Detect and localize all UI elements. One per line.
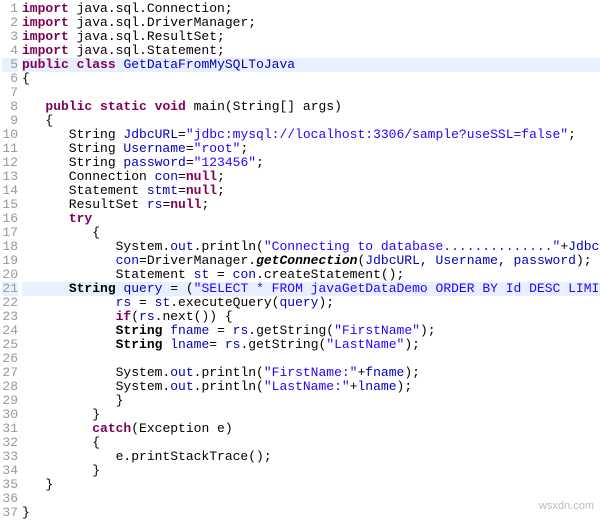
line-number: 36 bbox=[2, 492, 18, 506]
line-number: 37 bbox=[2, 506, 18, 520]
code-line[interactable]: public static void main(String[] args) bbox=[22, 100, 600, 114]
code-line[interactable] bbox=[22, 86, 600, 100]
code-line[interactable]: rs = st.executeQuery(query); bbox=[22, 296, 600, 310]
code-line[interactable]: ResultSet rs=null; bbox=[22, 198, 600, 212]
code-line[interactable]: { bbox=[22, 226, 600, 240]
code-line[interactable]: } bbox=[22, 408, 600, 422]
line-number-gutter: 1234567891011121314151617181920212223242… bbox=[0, 0, 22, 516]
code-line[interactable]: } bbox=[22, 464, 600, 478]
code-line[interactable]: { bbox=[22, 436, 600, 450]
code-line[interactable]: { bbox=[22, 114, 600, 128]
code-area[interactable]: import java.sql.Connection;import java.s… bbox=[22, 0, 600, 516]
code-line[interactable]: } bbox=[22, 394, 600, 408]
line-number: 4 bbox=[2, 44, 18, 58]
line-number: 33 bbox=[2, 450, 18, 464]
code-line[interactable]: System.out.println("FirstName:"+fname); bbox=[22, 366, 600, 380]
code-line[interactable]: import java.sql.ResultSet; bbox=[22, 30, 600, 44]
code-line[interactable]: String password="123456"; bbox=[22, 156, 600, 170]
code-line[interactable]: if(rs.next()) { bbox=[22, 310, 600, 324]
code-line[interactable]: String lname= rs.getString("LastName"); bbox=[22, 338, 600, 352]
code-line[interactable]: import java.sql.Statement; bbox=[22, 44, 600, 58]
code-line[interactable]: System.out.println("LastName:"+lname); bbox=[22, 380, 600, 394]
code-line[interactable]: con=DriverManager.getConnection(JdbcURL,… bbox=[22, 254, 600, 268]
code-line[interactable]: String query = ("SELECT * FROM javaGetDa… bbox=[22, 282, 600, 296]
code-line[interactable]: Connection con=null; bbox=[22, 170, 600, 184]
line-number: 9 bbox=[2, 114, 18, 128]
line-number: 11 bbox=[2, 142, 18, 156]
line-number: 2 bbox=[2, 16, 18, 30]
line-number: 25 bbox=[2, 338, 18, 352]
code-line[interactable]: catch(Exception e) bbox=[22, 422, 600, 436]
line-number: 29 bbox=[2, 394, 18, 408]
line-number: 14 bbox=[2, 184, 18, 198]
line-number: 15 bbox=[2, 198, 18, 212]
line-number: 3 bbox=[2, 30, 18, 44]
code-line[interactable]: String Username="root"; bbox=[22, 142, 600, 156]
code-line[interactable]: try bbox=[22, 212, 600, 226]
code-line[interactable]: Statement st = con.createStatement(); bbox=[22, 268, 600, 282]
code-line[interactable]: Statement stmt=null; bbox=[22, 184, 600, 198]
line-number: 7 bbox=[2, 86, 18, 100]
line-number: 21 bbox=[2, 282, 18, 296]
line-number: 30 bbox=[2, 408, 18, 422]
code-line[interactable]: public class GetDataFromMySQLToJava bbox=[22, 58, 600, 72]
line-number: 32 bbox=[2, 436, 18, 450]
code-line[interactable]: } bbox=[22, 478, 600, 492]
line-number: 1 bbox=[2, 2, 18, 16]
line-number: 16 bbox=[2, 212, 18, 226]
line-number: 5 bbox=[2, 58, 18, 72]
code-line[interactable] bbox=[22, 492, 600, 506]
line-number: 17 bbox=[2, 226, 18, 240]
line-number: 6 bbox=[2, 72, 18, 86]
code-line[interactable]: String fname = rs.getString("FirstName")… bbox=[22, 324, 600, 338]
line-number: 23 bbox=[2, 310, 18, 324]
line-number: 20 bbox=[2, 268, 18, 282]
code-line[interactable]: System.out.println("Connecting to databa… bbox=[22, 240, 600, 254]
line-number: 19 bbox=[2, 254, 18, 268]
line-number: 34 bbox=[2, 464, 18, 478]
line-number: 22 bbox=[2, 296, 18, 310]
code-line[interactable]: { bbox=[22, 72, 600, 86]
line-number: 24 bbox=[2, 324, 18, 338]
line-number: 27 bbox=[2, 366, 18, 380]
line-number: 10 bbox=[2, 128, 18, 142]
code-line[interactable]: } bbox=[22, 506, 600, 520]
code-line[interactable]: import java.sql.DriverManager; bbox=[22, 16, 600, 30]
code-line[interactable]: import java.sql.Connection; bbox=[22, 2, 600, 16]
code-editor: 1234567891011121314151617181920212223242… bbox=[0, 0, 600, 516]
code-line[interactable]: e.printStackTrace(); bbox=[22, 450, 600, 464]
code-line[interactable]: String JdbcURL="jdbc:mysql://localhost:3… bbox=[22, 128, 600, 142]
line-number: 26 bbox=[2, 352, 18, 366]
line-number: 12 bbox=[2, 156, 18, 170]
line-number: 8 bbox=[2, 100, 18, 114]
line-number: 13 bbox=[2, 170, 18, 184]
line-number: 35 bbox=[2, 478, 18, 492]
line-number: 28 bbox=[2, 380, 18, 394]
line-number: 18 bbox=[2, 240, 18, 254]
watermark: wsxdn.com bbox=[539, 500, 594, 512]
line-number: 31 bbox=[2, 422, 18, 436]
code-line[interactable] bbox=[22, 352, 600, 366]
